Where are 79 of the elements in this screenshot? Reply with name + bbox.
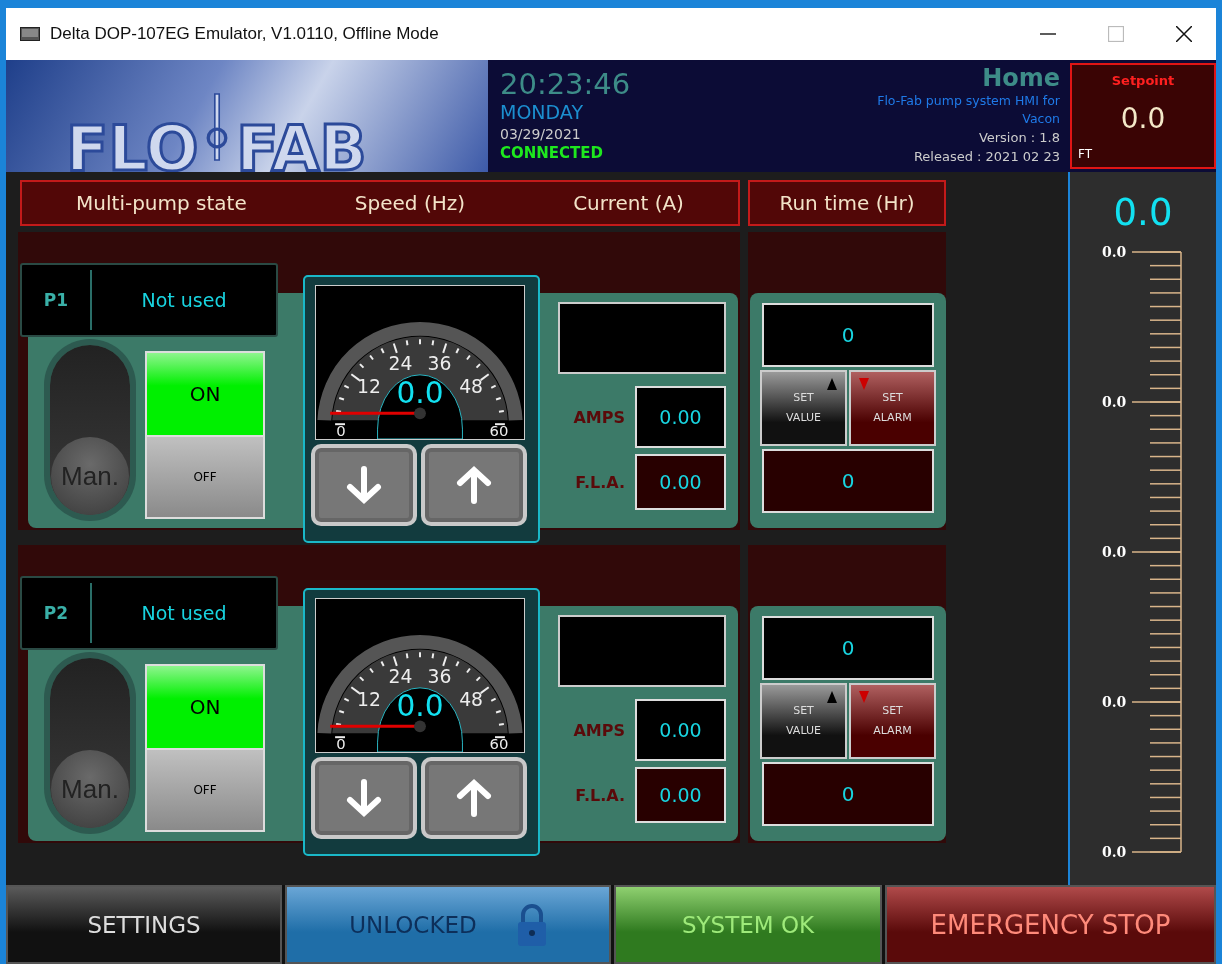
logo: FLO FAB xyxy=(6,60,488,172)
column-header: Speed (Hz) xyxy=(354,191,466,215)
screen-title: Home xyxy=(982,64,1060,92)
column-header: Current (A) xyxy=(573,191,684,215)
set-alarm-button[interactable]: SET ALARM xyxy=(849,370,936,446)
increase-button[interactable] xyxy=(421,757,527,839)
pump-id: P2 xyxy=(22,583,92,643)
gauge-tick-label: 36 xyxy=(427,666,452,688)
settings-button[interactable]: SETTINGS xyxy=(6,885,282,964)
gauge-tick-label: 60 xyxy=(489,735,509,752)
level-value: 0.0 xyxy=(1113,192,1173,234)
app-icon xyxy=(20,27,40,41)
weekday: MONDAY xyxy=(500,100,584,124)
up-arrow-icon xyxy=(454,465,494,505)
runtime-value: 0 xyxy=(762,616,934,680)
emergency-stop-button[interactable]: EMERGENCY STOP xyxy=(885,885,1216,964)
gauge-tick-label: 24 xyxy=(388,666,413,688)
set-value-button[interactable]: SET VALUE xyxy=(760,683,847,759)
gauge-tick-label: 48 xyxy=(459,376,484,397)
fla-value: 0.00 xyxy=(635,454,726,510)
scale-label: 0.0 xyxy=(1102,694,1127,710)
gauge-value: 0.0 xyxy=(396,689,444,724)
gauge-tick-label: 0 xyxy=(336,735,346,752)
gauge-tick-label: 12 xyxy=(356,376,381,397)
fla-label: F.L.A. xyxy=(575,785,625,805)
amps-label: AMPS xyxy=(573,407,625,427)
clock-time: 20:23:46 xyxy=(500,68,632,100)
decrease-button[interactable] xyxy=(311,757,417,839)
gauge-tick-label: 12 xyxy=(356,689,381,710)
off-button[interactable]: OFF xyxy=(147,435,263,517)
unit-label: FT xyxy=(1078,147,1093,161)
scale-label: 0.0 xyxy=(1102,244,1127,260)
gauge-tick-label: 0 xyxy=(336,422,346,439)
setpoint-label: Setpoint xyxy=(1111,73,1175,88)
amps-label: AMPS xyxy=(573,720,625,740)
on-button[interactable]: ON xyxy=(147,666,263,748)
triangle-up-icon xyxy=(827,378,837,390)
triangle-down-icon xyxy=(859,691,869,703)
date: 03/29/2021 xyxy=(500,125,582,144)
fla-value: 0.00 xyxy=(635,767,726,823)
version-text: Version : 1.8 xyxy=(978,129,1060,147)
setpoint-value: 0.0 xyxy=(1120,102,1166,135)
gauge-tick-label: 48 xyxy=(459,689,484,710)
scale-label: 0.0 xyxy=(1102,394,1127,410)
gauge-tick-label: 36 xyxy=(427,353,452,375)
window-title: Delta DOP-107EG Emulator, V1.0110, Offline Mode xyxy=(50,24,440,44)
pump-state: Not used xyxy=(140,602,228,624)
fla-label: F.L.A. xyxy=(575,472,625,492)
pump-state: Not used xyxy=(140,289,228,311)
off-button[interactable]: OFF xyxy=(147,748,263,830)
on-button[interactable]: ON xyxy=(147,353,263,435)
triangle-down-icon xyxy=(859,378,869,390)
amps-value: 0.00 xyxy=(635,699,726,761)
close-icon[interactable] xyxy=(1176,26,1192,42)
pump-id: P1 xyxy=(22,270,92,330)
scale-label: 0.0 xyxy=(1102,544,1127,560)
column-header: Multi-pump state xyxy=(76,191,247,215)
runtime-value: 0 xyxy=(762,303,934,367)
connection-status: CONNECTED xyxy=(500,144,605,162)
alarm-value: 0 xyxy=(762,762,934,826)
scale-label: 0.0 xyxy=(1102,844,1127,860)
padlock-icon xyxy=(516,902,547,947)
release-date: Released : 2021 02 23 xyxy=(913,148,1060,166)
gauge-value: 0.0 xyxy=(396,376,444,411)
gauge-tick-label: 60 xyxy=(489,422,509,439)
decrease-button[interactable] xyxy=(311,444,417,526)
setpoint-panel[interactable]: Setpoint 0.0 FT xyxy=(1070,63,1216,169)
column-header: Run time (Hr) xyxy=(779,191,915,215)
down-arrow-icon xyxy=(344,465,384,505)
alarm-value: 0 xyxy=(762,449,934,513)
set-value-button[interactable]: SET VALUE xyxy=(760,370,847,446)
up-arrow-icon xyxy=(454,778,494,818)
screen-subtitle: Flo-Fab pump system HMI for Vacon xyxy=(876,92,1060,128)
amps-value: 0.00 xyxy=(635,386,726,448)
down-arrow-icon xyxy=(344,778,384,818)
triangle-up-icon xyxy=(827,691,837,703)
increase-button[interactable] xyxy=(421,444,527,526)
set-alarm-button[interactable]: SET ALARM xyxy=(849,683,936,759)
gauge-tick-label: 24 xyxy=(388,353,413,375)
